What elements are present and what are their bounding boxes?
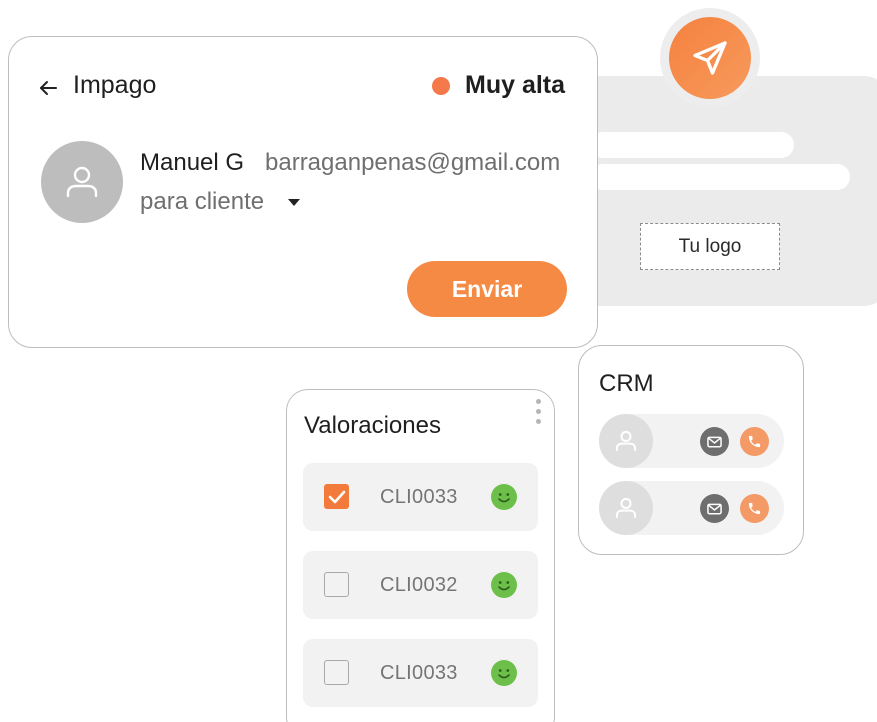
recipient-select[interactable]: para cliente [140, 188, 264, 216]
row-checkbox[interactable] [324, 572, 349, 597]
chevron-down-icon[interactable] [288, 199, 300, 206]
phone-icon [748, 502, 761, 515]
contact-email: barraganpenas@gmail.com [265, 149, 561, 176]
user-icon [66, 166, 98, 198]
back-arrow-icon[interactable] [37, 77, 59, 99]
crm-contact-row[interactable] [599, 414, 784, 468]
user-icon [615, 497, 637, 519]
avatar [41, 141, 123, 223]
ticket-title: Impago [73, 71, 157, 99]
call-button[interactable] [740, 427, 769, 456]
rating-row[interactable]: CLI0033 [303, 463, 538, 531]
canvas: Tu logo Impago Muy alta Manuel G barraga… [0, 0, 877, 722]
ratings-title: Valoraciones [304, 412, 441, 439]
preview-text-line [590, 132, 794, 158]
send-badge-inner [669, 17, 751, 99]
preview-text-line [590, 164, 850, 190]
mail-icon [707, 503, 722, 514]
rating-row[interactable]: CLI0033 [303, 639, 538, 707]
client-id: CLI0032 [380, 574, 458, 596]
contact-name: Manuel G [140, 149, 245, 176]
email-preview [560, 76, 877, 306]
row-checkbox[interactable] [324, 660, 349, 685]
send-icon [693, 41, 727, 75]
mail-button[interactable] [700, 494, 729, 523]
happy-face-icon [491, 484, 517, 510]
ratings-card: Valoraciones CLI0033 CLI0032 CLI0033 [286, 389, 555, 722]
client-id: CLI0033 [380, 662, 458, 684]
happy-face-icon [491, 572, 517, 598]
send-badge [660, 8, 760, 108]
more-options-icon[interactable] [532, 399, 544, 429]
avatar [599, 414, 653, 468]
row-checkbox-checked[interactable] [324, 484, 349, 509]
user-icon [615, 430, 637, 452]
avatar [599, 481, 653, 535]
mail-button[interactable] [700, 427, 729, 456]
crm-contact-row[interactable] [599, 481, 784, 535]
rating-row[interactable]: CLI0032 [303, 551, 538, 619]
logo-placeholder-label: Tu logo [678, 235, 742, 257]
call-button[interactable] [740, 494, 769, 523]
send-button[interactable]: Enviar [407, 261, 567, 317]
logo-placeholder[interactable]: Tu logo [640, 223, 780, 270]
priority-label: Muy alta [465, 71, 566, 99]
crm-title: CRM [599, 370, 654, 397]
happy-face-icon [491, 660, 517, 686]
priority-dot [432, 77, 450, 95]
phone-icon [748, 435, 761, 448]
crm-card: CRM [578, 345, 804, 555]
checkmark-icon [328, 490, 345, 503]
client-id: CLI0033 [380, 486, 458, 508]
ticket-card: Impago Muy alta Manuel G barraganpenas@g… [8, 36, 598, 348]
mail-icon [707, 436, 722, 447]
